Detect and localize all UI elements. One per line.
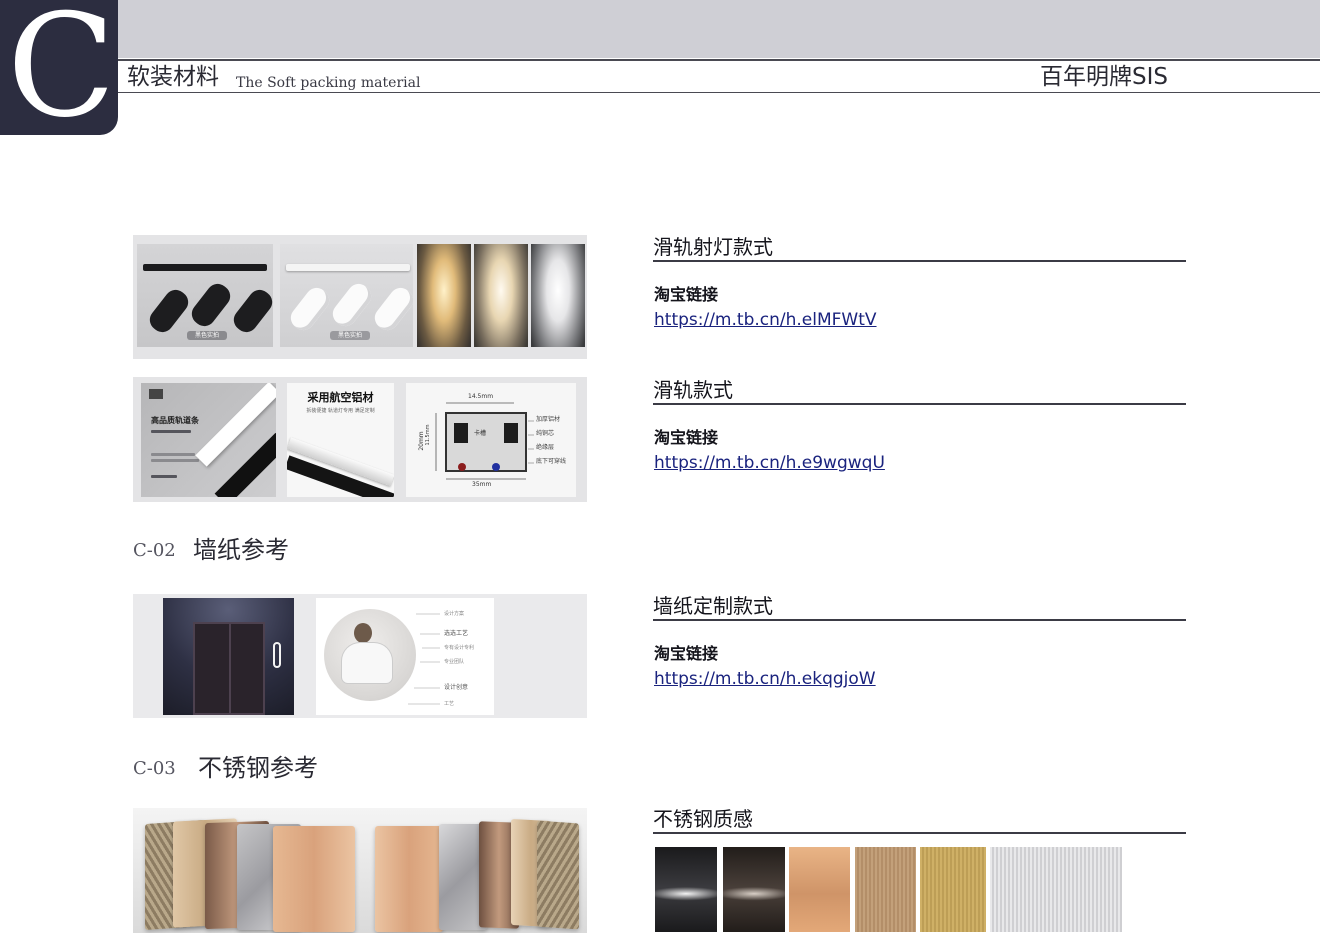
callout-lines [408,613,440,705]
legend-item: 加厚铝材 [536,416,561,423]
item-title-spotlight: 滑轨射灯款式 [653,235,773,259]
metal-plate [375,826,443,932]
warm-light-beam [417,244,471,347]
rail-product-title: 高品质轨道条 [151,416,199,425]
photo-tag: 黑色实拍 [187,331,227,340]
legend-item: 纯铜芯 [536,430,555,437]
door-photo [193,622,265,715]
callout-label: 专业团队 [444,659,465,665]
caption-line [151,459,199,462]
legend-item: 底下可穿线 [536,458,567,465]
section-title-en: The Soft packing material [236,75,421,91]
item-title-stainless: 不锈钢质感 [653,807,753,831]
wallpaper-room-photo [163,598,294,715]
header-rule-top [118,59,1320,61]
aluminum-title: 采用航空铝材 [307,391,374,404]
swatch-dark-bronze [723,847,785,932]
dim-inner-height: 11.5mm [425,424,431,446]
spotlight-lamp [328,279,376,331]
spotlight-image: 黑色实拍 黑色实拍 [133,235,587,359]
track-rail [286,264,410,271]
item-rule [653,403,1186,405]
neutral-light-beam [474,244,528,347]
white-spotlight-photo: 黑色实拍 [280,244,413,347]
header-band [0,0,1320,58]
designer-photo: 设计方案 选选工艺 专有设计专利 专业团队 设计创意 工艺 [316,598,494,715]
logo-letter: C [7,0,116,135]
caption-line [151,430,191,433]
taobao-link-spotlight[interactable]: https://m.tb.cn/h.elMFWtV [654,309,877,331]
stainless-plates-image [133,808,587,933]
taobao-link-wallpaper[interactable]: https://m.tb.cn/h.ekqgjoW [654,668,876,690]
swatch-brass-gold [920,847,986,932]
dim-width-bottom: 35mm [472,481,492,488]
swatch-champagne-gold [855,847,916,932]
section-code-c02: C-02 [133,540,176,561]
swatch-brushed-silver [990,847,1122,932]
legend-item: 绝缘层 [536,444,555,451]
item-rule [653,260,1186,262]
item-rule [653,832,1186,834]
rail-cross-section: 14.5mm 35mm 20mm 11.5mm 卡槽 加厚铝材 纯铜芯 绝缘层 … [406,383,576,497]
taobao-label: 淘宝链接 [654,428,719,447]
section-logo: C [0,0,118,135]
item-title-track: 滑轨款式 [653,378,733,402]
spotlight-lamp [229,285,273,337]
slot-label: 卡槽 [474,430,487,437]
cool-light-beam [531,244,585,347]
dim-width-top: 14.5mm [468,393,494,400]
brand-name: 百年明牌SIS [1040,64,1168,90]
swatch-rose-gold [789,847,850,932]
wallpaper-image: 设计方案 选选工艺 专有设计专利 专业团队 设计创意 工艺 [133,594,587,718]
spotlight-lamp [286,283,334,335]
track-rail-image: 高品质轨道条 采用航空铝材 拆装便捷 轨道灯专用 满足定制 14.5mm 35m… [133,377,587,502]
metal-plate [537,820,579,930]
photo-tag: 黑色实拍 [330,331,370,340]
taobao-label: 淘宝链接 [654,285,719,304]
black-spotlight-photo: 黑色实拍 [137,244,273,347]
section-title-wallpaper: 墙纸参考 [193,536,289,564]
callout-label: 设计创意 [444,684,469,691]
section-title-stainless: 不锈钢参考 [198,754,318,782]
taobao-label: 淘宝链接 [654,644,719,663]
swatch-black-titanium [655,847,717,932]
brand-mark-icon [149,389,163,399]
section-title-cn: 软装材料 [127,64,219,90]
callout-label: 工艺 [444,701,455,707]
callout-label: 专有设计专利 [444,645,475,651]
aluminum-subtitle: 拆装便捷 轨道灯专用 满足定制 [306,408,375,414]
spotlight-lamp [370,283,413,335]
item-title-wallpaper: 墙纸定制款式 [653,594,773,618]
wall-lamp [273,642,281,668]
aluminum-rail-photo: 采用航空铝材 拆装便捷 轨道灯专用 满足定制 [287,383,394,497]
track-rail [143,264,267,271]
callout-label: 选选工艺 [444,630,469,637]
spotlight-lamp [145,285,193,337]
taobao-link-track[interactable]: https://m.tb.cn/h.e9wgwqU [654,452,885,474]
spotlight-lamp [187,279,235,331]
caption-line [151,453,195,456]
section-code-c03: C-03 [133,758,176,779]
caption-line [151,475,177,478]
rail-product-photo: 高品质轨道条 [141,383,276,497]
metal-plate [273,826,355,932]
item-rule [653,619,1186,621]
callout-label: 设计方案 [444,611,465,617]
